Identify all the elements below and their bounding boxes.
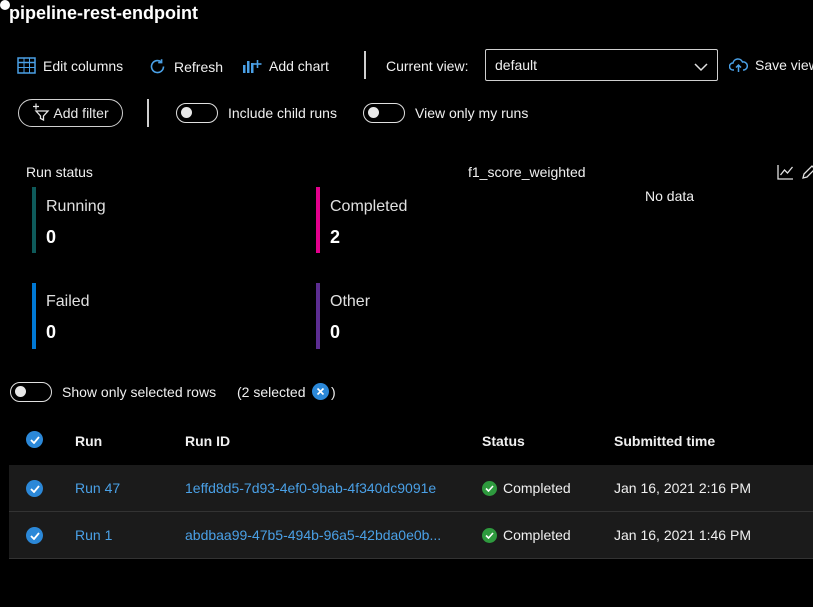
toggle-knob (181, 107, 192, 118)
toggle-knob (15, 386, 26, 397)
submitted-time: Jan 16, 2021 2:16 PM (614, 480, 751, 496)
failed-status-bar (32, 283, 36, 349)
metric-chart-empty: No data (645, 188, 695, 204)
running-status-count: 0 (46, 227, 57, 247)
toggle-knob (368, 107, 379, 118)
check-circle-icon (482, 527, 497, 543)
other-status-bar (316, 283, 320, 349)
refresh-button[interactable]: Refresh (148, 57, 223, 76)
column-header-run[interactable]: Run (75, 433, 102, 449)
selected-count: (2 selected (237, 384, 306, 400)
run-id-link[interactable]: 1effd8d5-7d93-4ef0-9bab-4f340dc9091e (185, 480, 436, 496)
failed-status-count: 0 (46, 322, 57, 342)
run-name-link[interactable]: Run 1 (75, 527, 112, 543)
column-header-status[interactable]: Status (482, 433, 525, 449)
save-view-button[interactable]: Save view (729, 57, 813, 73)
table-row[interactable]: Run 47 1effd8d5-7d93-4ef0-9bab-4f340dc90… (9, 465, 813, 512)
page-title: pipeline-rest-endpoint (9, 3, 198, 23)
select-all-checkbox[interactable] (26, 431, 43, 448)
edit-columns-label: Edit columns (43, 57, 124, 74)
save-view-label: Save view (755, 57, 813, 73)
run-status: Completed (482, 527, 571, 543)
row-checkbox[interactable] (26, 480, 43, 497)
other-status-label: Other (330, 293, 371, 310)
chevron-down-icon (694, 59, 708, 75)
view-only-my-runs-label: View only my runs (415, 105, 529, 121)
running-status-bar (32, 187, 36, 253)
other-status-count: 0 (330, 322, 341, 342)
failed-status-label: Failed (46, 293, 90, 310)
add-chart-label: Add chart (269, 57, 329, 74)
add-filter-button[interactable]: Add filter (18, 99, 123, 127)
completed-status-bar (316, 187, 320, 253)
add-filter-icon (32, 103, 50, 124)
refresh-icon (148, 57, 167, 76)
run-status-label: Completed (503, 527, 571, 543)
running-status-label: Running (46, 198, 106, 215)
filter-divider (147, 99, 149, 127)
line-chart-icon[interactable] (777, 164, 794, 183)
submitted-time: Jan 16, 2021 1:46 PM (614, 527, 751, 543)
run-id-link[interactable]: abdbaa99-47b5-494b-96a5-42bda0e0b... (185, 527, 441, 543)
bar-chart-icon (242, 57, 262, 74)
toolbar-divider (364, 51, 366, 79)
table-columns-icon (17, 57, 36, 74)
clear-selection-icon[interactable] (312, 383, 329, 400)
column-header-run-id[interactable]: Run ID (185, 433, 230, 449)
include-child-runs-label: Include child runs (228, 105, 337, 121)
refresh-label: Refresh (174, 58, 224, 75)
current-view-select[interactable]: default (485, 49, 718, 81)
table-row[interactable]: Run 1 abdbaa99-47b5-494b-96a5-42bda0e0b.… (9, 512, 813, 559)
column-header-submitted-time[interactable]: Submitted time (614, 433, 715, 449)
metric-chart-title: f1_score_weighted (468, 164, 586, 180)
show-only-selected-toggle[interactable] (10, 382, 52, 402)
show-only-selected-label: Show only selected rows (62, 384, 217, 400)
row-checkbox[interactable] (26, 527, 43, 544)
view-only-my-runs-toggle[interactable] (363, 103, 405, 123)
edit-columns-button[interactable]: Edit columns (17, 57, 123, 74)
add-chart-button[interactable]: Add chart (242, 57, 329, 74)
run-name-link[interactable]: Run 47 (75, 480, 120, 496)
completed-status-count: 2 (330, 227, 341, 247)
add-filter-label: Add filter (53, 105, 109, 121)
run-status: Completed (482, 480, 571, 496)
cloud-upload-icon (729, 57, 748, 73)
completed-status-label: Completed (330, 198, 408, 215)
run-status-title: Run status (26, 164, 93, 180)
current-view-label: Current view: (386, 58, 469, 74)
include-child-runs-toggle[interactable] (176, 103, 218, 123)
run-status-label: Completed (503, 480, 571, 496)
selected-count-close: ) (331, 384, 336, 400)
check-circle-icon (482, 480, 497, 496)
current-view-value: default (495, 57, 538, 73)
edit-pencil-icon[interactable] (801, 164, 813, 183)
